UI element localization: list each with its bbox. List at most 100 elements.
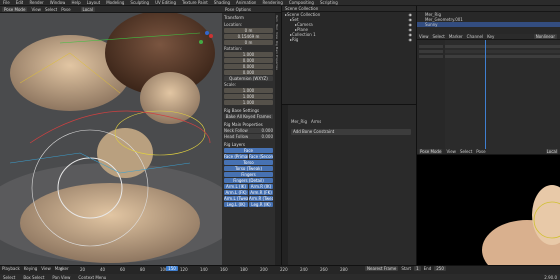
viewport-menu-view[interactable]: View xyxy=(31,7,41,12)
menu-item[interactable]: Help xyxy=(71,0,80,5)
rot-field[interactable]: 1.000 xyxy=(224,52,273,57)
timeline-menu[interactable]: Keying xyxy=(24,266,37,271)
menu-item[interactable]: File xyxy=(3,0,10,5)
menu-item[interactable]: Rendering xyxy=(262,0,282,5)
layer-row: Fingers xyxy=(224,172,273,177)
layer-toggle[interactable]: Torso (Tweak) xyxy=(224,166,273,171)
status-hint: Box Select xyxy=(23,274,45,280)
layer-toggle[interactable]: Leg.L (IK) xyxy=(224,202,248,207)
layer-toggle[interactable]: Face (Secon... xyxy=(249,154,273,159)
start-field[interactable]: 1 xyxy=(414,266,421,271)
loc-field[interactable]: 0 m xyxy=(224,28,273,33)
frame-mode-dropdown[interactable]: Nearest Frame xyxy=(365,266,399,271)
timeline-header: Playback Keying View Marker xyxy=(2,266,69,271)
rot-field[interactable]: 0.000 xyxy=(224,64,273,69)
preview-menu-select[interactable]: Select xyxy=(460,149,472,154)
sidebar-tab[interactable]: View xyxy=(275,32,279,39)
panel-transform-title[interactable]: Transform xyxy=(224,15,273,20)
timeline-menu[interactable]: Playback xyxy=(2,266,20,271)
outliner-tree: ▸ Scene Collection ◉ ▸ Set ◉ ▸ Camera ◉ ▸ Plane ◉ ▸ C… xyxy=(282,12,416,42)
panel-rig-layers-title[interactable]: Rig Layers xyxy=(224,142,273,147)
timeline-menu[interactable]: View xyxy=(41,266,51,271)
preview-mode-dropdown[interactable]: Pose Mode xyxy=(419,149,443,154)
dopesheet-menu[interactable]: Marker xyxy=(449,34,463,39)
viewport-menu-pose[interactable]: Pose xyxy=(61,7,70,12)
add-bone-constraint-button[interactable]: Add Bone Constraint xyxy=(291,129,411,135)
layer-toggle[interactable]: Fingers xyxy=(224,172,273,177)
prop-label: Head Follow xyxy=(224,134,249,139)
channel-row[interactable] xyxy=(419,45,443,48)
body-shape xyxy=(20,183,200,263)
current-frame-marker[interactable]: 150 xyxy=(166,266,178,271)
menu-item[interactable]: Compositing xyxy=(289,0,314,5)
layer-toggle[interactable]: Face xyxy=(224,148,273,153)
timeline-tick: 120 xyxy=(180,267,188,272)
panel-rig-main-title[interactable]: Rig Main Properties xyxy=(224,122,273,127)
dopesheet-mode-dropdown[interactable]: Nonlinear xyxy=(533,34,557,39)
layer-toggle[interactable]: Arm.L (Tweak) xyxy=(224,196,248,201)
scl-field[interactable]: 1.000 xyxy=(224,88,273,93)
layer-toggle[interactable]: Arm.R (IK) xyxy=(249,184,273,189)
transform-orientation[interactable]: Local xyxy=(80,6,95,12)
outliner2-row[interactable]: Sunny xyxy=(417,22,560,27)
menu-item[interactable]: Shading xyxy=(214,0,230,5)
layer-toggle[interactable]: Arm.L (IK) xyxy=(224,184,248,189)
viewport-menu-select[interactable]: Select xyxy=(45,7,57,12)
layer-toggle[interactable]: Fingers (Detail) xyxy=(224,178,273,183)
channel-row[interactable] xyxy=(419,50,443,53)
timeline-ruler[interactable]: 0 20 40 60 80 100 120 140 160 180 200 220 240 260 280 xyxy=(60,267,360,272)
dopesheet-menu[interactable]: Channel xyxy=(467,34,483,39)
rot-field[interactable]: 0.000 xyxy=(224,70,273,75)
sidebar-tab[interactable]: Tool xyxy=(275,24,279,30)
menu-item[interactable]: UV Editing xyxy=(155,0,176,5)
sidebar-tab[interactable]: Rig Main Properties xyxy=(275,41,279,70)
layer-toggle[interactable]: Leg.R (IK) xyxy=(249,202,273,207)
rig-prop-row[interactable]: Head Follow 0.000 xyxy=(224,134,273,139)
menu-item[interactable]: Sculpting xyxy=(130,0,149,5)
sidebar-tab[interactable]: Item xyxy=(275,15,279,22)
viewport-3d[interactable] xyxy=(0,13,222,265)
end-field[interactable]: 250 xyxy=(434,266,446,271)
layer-toggle[interactable]: Arm.R (Tweak) xyxy=(249,196,273,201)
menu-item[interactable]: Layout xyxy=(87,0,101,5)
pose-options[interactable]: Pose Options xyxy=(225,7,251,12)
outliner-row[interactable]: ▸ Rig ◉ xyxy=(282,37,416,42)
loc-field[interactable]: 0.15469 m xyxy=(224,34,273,39)
menu-item[interactable]: Animation xyxy=(236,0,256,5)
gizmo-y-icon xyxy=(199,40,203,44)
rotation-mode-dropdown[interactable]: Quaternion (WXYZ) xyxy=(224,76,273,81)
menu-item[interactable]: Window xyxy=(50,0,66,5)
menu-item[interactable]: Render xyxy=(29,0,43,5)
bake-keyed-button[interactable]: Bake All Keyed Frames xyxy=(224,114,273,119)
preview-transform-orientation[interactable]: Local xyxy=(545,149,558,154)
menu-item[interactable]: Edit xyxy=(16,0,24,5)
scl-field[interactable]: 1.000 xyxy=(224,94,273,99)
playhead-line[interactable] xyxy=(485,40,486,149)
loc-field[interactable]: 0 m xyxy=(224,40,273,45)
dopesheet-menu[interactable]: View xyxy=(419,34,429,39)
dopesheet-menu[interactable]: Select xyxy=(433,34,445,39)
menu-item[interactable]: Modeling xyxy=(106,0,124,5)
layer-toggle[interactable]: Arm.R (FK) xyxy=(249,190,273,195)
gizmo[interactable] xyxy=(196,31,216,51)
preview-menu-view[interactable]: View xyxy=(446,149,456,154)
scl-field[interactable]: 1.000 xyxy=(224,100,273,105)
menu-item[interactable]: Texture Paint xyxy=(182,0,208,5)
rot-field[interactable]: 0.000 xyxy=(224,58,273,63)
preview-menu-pose[interactable]: Pose xyxy=(476,149,485,154)
layer-toggle[interactable]: Face (Primary) xyxy=(224,154,248,159)
timeline-tick: 280 xyxy=(340,267,348,272)
menu-item[interactable]: Scripting xyxy=(320,0,338,5)
layer-toggle[interactable]: Torso xyxy=(224,160,273,165)
visibility-eye-icon[interactable]: ◉ xyxy=(409,37,413,42)
panel-rig-base-title[interactable]: Rig Base Settings xyxy=(224,108,273,113)
layer-row: Fingers (Detail) xyxy=(224,178,273,183)
layer-toggle[interactable]: Arm.L (FK) xyxy=(224,190,248,195)
dopesheet-menu[interactable]: Key xyxy=(487,34,494,39)
layer-row: Face (Primary)Face (Secon... xyxy=(224,154,273,159)
mode-dropdown[interactable]: Pose Mode xyxy=(2,6,28,12)
rig-prop-row[interactable]: Neck Follow 0.000 xyxy=(224,128,273,133)
timeline-tick: 160 xyxy=(220,267,228,272)
dopesheet-keyframe-area[interactable] xyxy=(445,40,560,149)
channel-row[interactable] xyxy=(419,55,443,58)
